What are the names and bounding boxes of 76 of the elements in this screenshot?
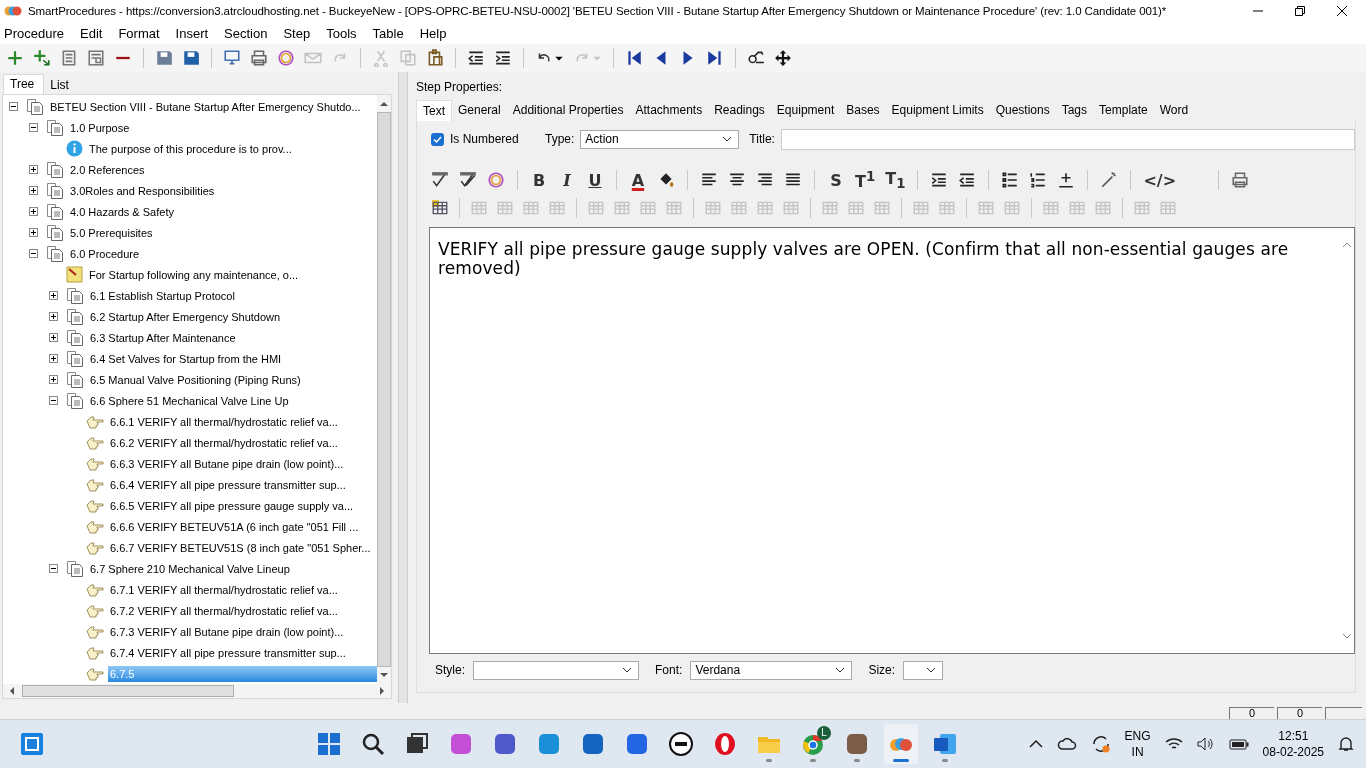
panel-tab[interactable]: Tree xyxy=(3,74,45,94)
tree-item[interactable]: 6.6.3 VERIFY all Butane pipe drain (low point)... xyxy=(108,455,346,472)
properties-tab[interactable]: Text xyxy=(416,100,452,121)
region-indicator[interactable]: IN xyxy=(1131,744,1144,760)
tree-item[interactable]: 6.7.3 VERIFY all Butane pipe drain (low point)... xyxy=(108,623,346,640)
tree-item[interactable]: 6.5 Manual Valve Positioning (Piping Runs) xyxy=(88,371,303,388)
step-text: VERIFY all pipe pressure gauge supply valves are OPEN. (Confirm that all non-essential gauges are removed) xyxy=(437,238,1290,280)
tree-item[interactable]: BETEU Section VIII - Butane Startup After Emergency Shutdo... xyxy=(48,98,363,115)
tree-item[interactable]: 6.1 Establish Startup Protocol xyxy=(88,287,237,304)
tree-item[interactable]: 4.0 Hazards & Safety xyxy=(68,203,176,220)
tree-item[interactable]: 5.0 Prerequisites xyxy=(68,224,155,241)
menu-item[interactable]: Table xyxy=(372,25,404,41)
menu-item[interactable]: Procedure xyxy=(4,25,64,41)
tree-item[interactable]: 6.6.1 VERIFY all thermal/hydrostatic relief va... xyxy=(108,413,340,430)
tree-item[interactable]: 6.0 Procedure xyxy=(68,245,142,262)
properties-tab[interactable]: Template xyxy=(1093,100,1154,121)
menu-item[interactable]: Edit xyxy=(80,25,103,41)
clock-date[interactable]: 08-02-2025 xyxy=(1262,744,1324,760)
menu-item[interactable]: Step xyxy=(283,25,311,41)
format-button[interactable]: U xyxy=(586,170,604,190)
properties-tab[interactable]: Attachments xyxy=(629,100,709,121)
menu-item[interactable]: Insert xyxy=(175,25,209,41)
tree-item[interactable]: 6.6.5 VERIFY all pipe pressure gauge supply va... xyxy=(108,497,356,514)
clock-time[interactable]: 12:51 xyxy=(1278,728,1309,744)
field-label: Font: xyxy=(655,663,683,677)
properties-tab[interactable]: Questions xyxy=(989,100,1056,121)
tree-item[interactable]: 1.0 Purpose xyxy=(68,119,132,136)
field-label: Type: xyxy=(545,132,575,146)
tree-item[interactable]: 6.7 Sphere 210 Mechanical Valve Lineup xyxy=(88,560,292,577)
tree-item[interactable]: The purpose of this procedure is to prov... xyxy=(87,140,294,157)
badge: L xyxy=(817,726,831,740)
menu-item[interactable]: Section xyxy=(224,25,268,41)
tree-item[interactable]: 3.0Roles and Responsibilities xyxy=(68,182,217,199)
tree-item[interactable]: 6.2 Startup After Emergency Shutdown xyxy=(88,308,283,325)
text-editor[interactable]: VERIFY all pipe pressure gauge supply valves are OPEN. (Confirm that all non-essential gauges are removed) xyxy=(429,227,1355,654)
tree-item[interactable]: 6.7.1 VERIFY all thermal/hydrostatic relief va... xyxy=(108,581,340,598)
language-indicator[interactable]: ENG xyxy=(1124,728,1151,744)
field-label: Size: xyxy=(868,663,896,677)
field-label: Style: xyxy=(435,663,465,677)
tree-item[interactable]: 6.7.2 VERIFY all thermal/hydrostatic relief va... xyxy=(108,602,340,619)
tree-item[interactable]: 6.6.2 VERIFY all thermal/hydrostatic relief va... xyxy=(108,434,340,451)
format-button[interactable]: T$_{1}$ xyxy=(885,168,906,192)
format-button[interactable]: T$^{1}$ xyxy=(855,168,876,192)
tree-item[interactable]: 6.6 Sphere 51 Mechanical Valve Line Up xyxy=(88,392,291,409)
type-dropdown[interactable]: Action xyxy=(580,129,740,149)
properties-tab[interactable]: Additional Properties xyxy=(506,100,630,121)
font-dropdown[interactable]: Verdana xyxy=(690,660,853,680)
properties-tab[interactable]: Equipment Limits xyxy=(885,100,990,121)
field-label: Title: xyxy=(749,132,775,146)
properties-tab[interactable]: Readings xyxy=(708,100,771,121)
format-button[interactable]: B xyxy=(530,170,548,190)
tree-item[interactable]: 6.4 Set Valves for Startup from the HMI xyxy=(88,350,284,367)
tree-item[interactable]: 6.6.6 VERIFY BETEUV51A (6 inch gate "051 Fill ... xyxy=(108,518,361,535)
tree-item[interactable]: For Startup following any maintenance, o... xyxy=(87,266,301,283)
tree-item[interactable]: 6.7.4 VERIFY all pipe pressure transmitter sup... xyxy=(108,644,348,661)
properties-tab[interactable]: General xyxy=(452,100,507,121)
tree-item[interactable]: 6.6.4 VERIFY all pipe pressure transmitter sup... xyxy=(108,476,348,493)
checkbox-label: Is Numbered xyxy=(450,132,519,146)
tree-item[interactable]: 6.6.7 VERIFY BETEUV51S (8 inch gate "051 Spher... xyxy=(108,539,373,556)
tree-item[interactable]: 6.3 Startup After Maintenance xyxy=(88,329,238,346)
properties-tab[interactable]: Equipment xyxy=(770,100,841,121)
panel-heading: Step Properties: xyxy=(416,80,504,94)
taskbar-app[interactable]: L xyxy=(796,724,830,764)
format-button[interactable]: I xyxy=(558,170,576,190)
format-button[interactable]: </> xyxy=(1143,170,1177,190)
panel-tab[interactable]: List xyxy=(44,76,78,94)
window-title: SmartProcedures - https://conversion3.atrcloudhosting.net - BuckeyeNew - [OPS-OPRC-BETEU-NSU-0002] 'BETEU Section VIII - Butane Startup After Emergency Shutdown or Maintenance Procedure' (rev: 1.0 Candidate 001)* xyxy=(28,5,1168,17)
format-button[interactable]: A xyxy=(629,170,647,190)
properties-tab[interactable]: Word xyxy=(1153,100,1195,121)
format-button[interactable]: S xyxy=(827,170,845,190)
menu-item[interactable]: Format xyxy=(118,25,160,41)
tree-item[interactable]: 2.0 References xyxy=(68,161,147,178)
properties-tab[interactable]: Tags xyxy=(1055,100,1094,121)
menu-item[interactable]: Tools xyxy=(326,25,357,41)
menu-item[interactable]: Help xyxy=(419,25,447,41)
properties-tab[interactable]: Bases xyxy=(840,100,886,121)
